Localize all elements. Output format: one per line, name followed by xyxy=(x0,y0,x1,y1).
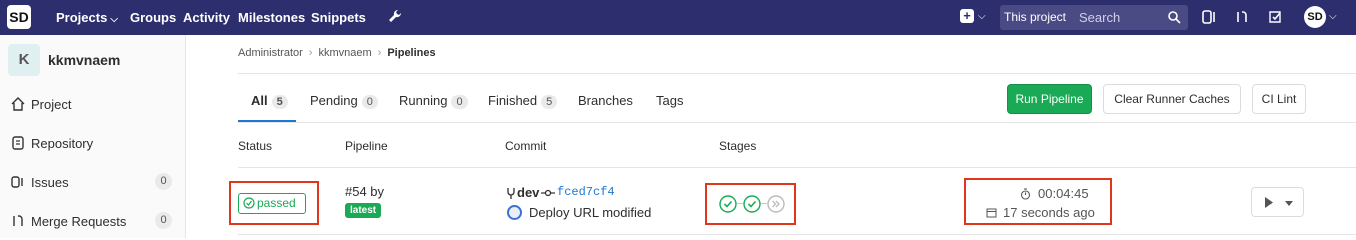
merge-request-icon xyxy=(13,215,23,226)
issues-icon[interactable] xyxy=(1201,9,1217,25)
calendar-icon xyxy=(986,208,997,218)
sidebar-item-label: Merge Requests xyxy=(31,214,127,229)
breadcrumb-separator: › xyxy=(377,47,382,59)
check-circle-icon xyxy=(243,197,255,209)
issues-count: 0 xyxy=(155,173,172,190)
sidebar-item-label: Repository xyxy=(31,136,94,151)
tab-tags[interactable]: Tags xyxy=(656,93,683,108)
pipeline-id[interactable]: #54 by xyxy=(345,184,384,199)
home-icon xyxy=(11,97,25,111)
nav-projects[interactable]: Projects ⌵ xyxy=(56,10,118,25)
todo-icon[interactable] xyxy=(1268,9,1284,25)
commit-sha[interactable]: fced7cf4 xyxy=(557,185,615,199)
column-header-status: Status xyxy=(238,139,273,153)
chevron-down-icon xyxy=(1285,201,1293,206)
play-dropdown-button[interactable] xyxy=(1251,187,1304,217)
stage-success-icon[interactable] xyxy=(719,195,737,213)
branch-name[interactable]: dev xyxy=(517,185,539,200)
merge-requests-count: 0 xyxy=(155,212,172,229)
commit-icon xyxy=(541,189,555,197)
breadcrumb-separator: › xyxy=(308,47,313,59)
document-icon xyxy=(12,136,24,150)
sidebar-item-project[interactable]: Project xyxy=(0,90,185,120)
tab-count: 5 xyxy=(541,95,558,109)
play-icon xyxy=(1265,197,1273,208)
user-avatar[interactable]: SD xyxy=(1304,6,1326,28)
plus-icon[interactable]: + xyxy=(960,9,974,23)
tab-count: 0 xyxy=(361,95,378,109)
tab-count: 0 xyxy=(451,95,468,109)
stage-skipped-icon[interactable] xyxy=(767,195,785,213)
project-avatar[interactable]: K xyxy=(8,44,40,76)
column-header-commit: Commit xyxy=(505,139,547,153)
tab-branches[interactable]: Branches xyxy=(578,93,633,108)
ci-lint-button[interactable]: CI Lint xyxy=(1252,84,1306,114)
tab-all[interactable]: All 5 xyxy=(251,93,288,109)
breadcrumb-current[interactable]: Pipelines xyxy=(387,47,435,59)
status-badge[interactable]: passed xyxy=(238,193,306,214)
stage-success-icon[interactable] xyxy=(743,195,761,213)
clear-runner-caches-button[interactable]: Clear Runner Caches xyxy=(1103,84,1241,114)
divider xyxy=(238,122,1356,123)
search-icon xyxy=(1168,11,1181,24)
wrench-icon[interactable] xyxy=(386,8,404,26)
chevron-down-icon: ⌵ xyxy=(110,14,118,25)
sidebar-item-repository[interactable]: Repository xyxy=(0,129,185,159)
column-header-stages: Stages xyxy=(719,139,757,153)
nav-groups[interactable]: Groups xyxy=(130,10,176,25)
project-name[interactable]: kkmvnaem xyxy=(48,52,120,68)
commit-title[interactable]: Deploy URL modified xyxy=(529,205,651,220)
issues-icon xyxy=(11,176,23,188)
timer-icon xyxy=(1020,188,1031,200)
tab-running[interactable]: Running 0 xyxy=(399,93,468,109)
status-label: passed xyxy=(257,196,296,210)
sidebar-item-label: Issues xyxy=(31,175,69,190)
logo[interactable]: SD xyxy=(7,5,31,29)
nav-activity[interactable]: Activity xyxy=(183,10,230,25)
chevron-down-icon[interactable]: ⌵ xyxy=(1329,11,1337,22)
pipeline-finished-time: 17 seconds ago xyxy=(1003,205,1095,220)
tab-count: 5 xyxy=(271,95,288,109)
column-header-pipeline: Pipeline xyxy=(345,139,388,153)
top-navbar: SD Projects ⌵ Groups Activity Milestones … xyxy=(0,0,1356,35)
author-avatar[interactable] xyxy=(507,205,522,220)
sidebar-item-label: Project xyxy=(31,97,72,112)
pipeline-duration: 00:04:45 xyxy=(1038,186,1089,201)
branch-icon xyxy=(507,188,515,199)
pipeline-tag: latest xyxy=(345,203,382,218)
sidebar: K kkmvnaem Project Repository Issues 0 M… xyxy=(0,35,186,238)
tab-finished[interactable]: Finished 5 xyxy=(488,93,558,109)
merge-request-icon[interactable] xyxy=(1234,9,1250,25)
run-pipeline-button[interactable]: Run Pipeline xyxy=(1007,84,1092,114)
sidebar-item-merge-requests[interactable]: Merge Requests 0 xyxy=(0,207,185,237)
search-scope[interactable]: This project xyxy=(1000,5,1070,30)
divider xyxy=(238,167,1356,168)
nav-snippets[interactable]: Snippets xyxy=(311,10,366,25)
chevron-down-icon[interactable]: ⌵ xyxy=(978,11,986,22)
divider xyxy=(238,234,1356,235)
tab-pending[interactable]: Pending 0 xyxy=(310,93,378,109)
breadcrumb-item[interactable]: Administrator xyxy=(238,47,303,59)
divider xyxy=(238,73,1356,74)
breadcrumb-item[interactable]: kkmvnaem xyxy=(318,47,371,59)
breadcrumb: Administrator › kkmvnaem › Pipelines xyxy=(238,47,436,59)
sidebar-item-issues[interactable]: Issues 0 xyxy=(0,168,185,198)
nav-milestones[interactable]: Milestones xyxy=(238,10,305,25)
